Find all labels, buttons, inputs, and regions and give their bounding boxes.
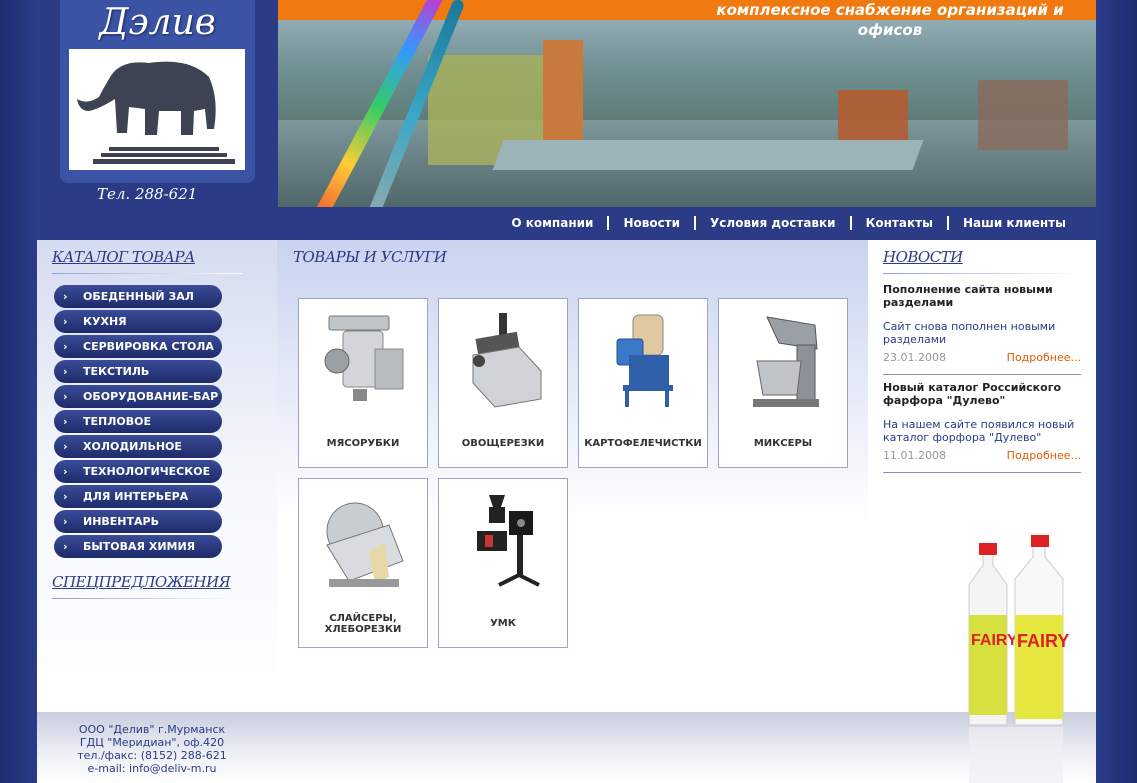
- svg-text:FAIRY: FAIRY: [1017, 631, 1069, 651]
- news-summary: На нашем сайте появился новый каталог фо…: [883, 418, 1075, 444]
- news-title: НОВОСТИ: [883, 248, 963, 266]
- news-item: Пополнение сайта новыми разделами Сайт с…: [883, 283, 1081, 375]
- catalog-menu: › ОБЕДЕННЫЙ ЗАЛ › КУХНЯ › СЕРВИРОВКА СТОЛА …: [54, 285, 222, 560]
- header: Дэлив Тел. 288-621 комплексное снабжение: [37, 0, 1096, 240]
- chevron-right-icon: ›: [63, 465, 68, 478]
- product-label: МЯСОРУБКИ: [326, 438, 400, 449]
- mixer-icon: [753, 316, 819, 407]
- tagline: комплексное снабжение организаций и офис…: [684, 0, 1096, 39]
- product-card-meat-grinder[interactable]: МЯСОРУБКИ: [298, 298, 428, 468]
- chevron-right-icon: ›: [63, 515, 68, 528]
- meat-grinder-icon: [324, 315, 404, 401]
- menu-item-thermal[interactable]: › ТЕПЛОВОЕ: [54, 410, 222, 433]
- product-card-potato-peeler[interactable]: КАРТОФЕЛЕЧИСТКИ: [578, 298, 708, 468]
- menu-item-bar[interactable]: › ОБОРУДОВАНИЕ-БАР: [54, 385, 222, 408]
- news-headline[interactable]: Новый каталог Российского фарфора "Дулев…: [883, 381, 1081, 407]
- product-label: СЛАЙСЕРЫ, ХЛЕБОРЕЗКИ: [324, 613, 402, 635]
- header-banner: комплексное снабжение организаций и офис…: [278, 0, 1096, 207]
- detergent-bottles-icon: FAIRY FAIRY: [968, 535, 1069, 783]
- main-content: ТОВАРЫ И УСЛУГИ МЯСОРУБКИ ОВОЩЕРЕЗКИ КАР…: [277, 240, 868, 712]
- news-more-link[interactable]: Подробнее...: [1007, 449, 1081, 462]
- footer-contacts: ООО "Делив" г.Мурманск ГДЦ "Меридиан", о…: [57, 723, 247, 775]
- menu-item-inventory[interactable]: › ИНВЕНТАРЬ: [54, 510, 222, 533]
- vegetable-cutter-icon: [472, 313, 542, 408]
- product-label: МИКСЕРЫ: [753, 438, 813, 449]
- chevron-right-icon: ›: [63, 440, 68, 453]
- nav-contacts[interactable]: Контакты: [849, 216, 947, 230]
- news-summary: Сайт снова пополнен новыми разделами: [883, 320, 1056, 346]
- logo[interactable]: Дэлив: [60, 0, 255, 183]
- product-card-slicer[interactable]: СЛАЙСЕРЫ, ХЛЕБОРЕЗКИ: [298, 478, 428, 648]
- sidebar: КАТАЛОГ ТОВАРА › ОБЕДЕННЫЙ ЗАЛ › КУХНЯ › СЕ…: [37, 240, 277, 712]
- chevron-right-icon: ›: [63, 340, 68, 353]
- news-item: Новый каталог Российского фарфора "Дулев…: [883, 381, 1081, 473]
- news-date: 11.01.2008: [883, 449, 946, 462]
- svg-text:FAIRY: FAIRY: [971, 632, 1018, 649]
- catalog-title: КАТАЛОГ ТОВАРА: [52, 248, 196, 266]
- product-label: УМК: [490, 618, 516, 629]
- news-date: 23.01.2008: [883, 351, 946, 364]
- menu-item-technological[interactable]: › ТЕХНОЛОГИЧЕСКОЕ: [54, 460, 222, 483]
- menu-item-chemicals[interactable]: › БЫТОВАЯ ХИМИЯ: [54, 535, 222, 558]
- page: Дэлив Тел. 288-621 комплексное снабжение: [37, 0, 1096, 783]
- news-headline[interactable]: Пополнение сайта новыми разделами: [883, 283, 1081, 309]
- umk-icon: [477, 495, 540, 587]
- news-more-link[interactable]: Подробнее...: [1007, 351, 1081, 364]
- chevron-right-icon: ›: [63, 365, 68, 378]
- logo-text: Дэлив: [99, 2, 216, 43]
- footer-company: ООО "Делив" г.Мурманск: [78, 723, 226, 736]
- chevron-right-icon: ›: [63, 315, 68, 328]
- potato-peeler-icon: [616, 314, 673, 407]
- nav-clients[interactable]: Наши клиенты: [946, 216, 1080, 230]
- product-label: КАРТОФЕЛЕЧИСТКИ: [584, 438, 702, 449]
- phone-number: Тел. 288-621: [97, 185, 198, 203]
- footer: ООО "Делив" г.Мурманск ГДЦ "Меридиан", о…: [37, 712, 1096, 783]
- chevron-right-icon: ›: [63, 415, 68, 428]
- page-title: ТОВАРЫ И УСЛУГИ: [293, 248, 447, 266]
- chevron-right-icon: ›: [63, 290, 68, 303]
- footer-address: ГДЦ "Меридиан", оф.420: [79, 736, 225, 749]
- chevron-right-icon: ›: [63, 390, 68, 403]
- product-label: ОВОЩЕРЕЗКИ: [461, 438, 545, 449]
- menu-item-textile[interactable]: › ТЕКСТИЛЬ: [54, 360, 222, 383]
- footer-phone: тел./факс: (8152) 288-621: [77, 749, 227, 762]
- slicer-icon: [326, 502, 404, 587]
- nav-news[interactable]: Новости: [607, 216, 694, 230]
- product-card-mixer[interactable]: МИКСЕРЫ: [718, 298, 848, 468]
- menu-item-serving[interactable]: › СЕРВИРОВКА СТОЛА: [54, 335, 222, 358]
- menu-item-kitchen[interactable]: › КУХНЯ: [54, 310, 222, 333]
- chevron-right-icon: ›: [63, 540, 68, 553]
- chevron-right-icon: ›: [63, 490, 68, 503]
- menu-item-dining[interactable]: › ОБЕДЕННЫЙ ЗАЛ: [54, 285, 222, 308]
- menu-item-interior[interactable]: › ДЛЯ ИНТЕРЬЕРА: [54, 485, 222, 508]
- nav-about[interactable]: О компании: [497, 216, 607, 230]
- special-offers-title[interactable]: СПЕЦПРЕДЛОЖЕНИЯ: [52, 573, 231, 591]
- top-nav: О компании Новости Условия доставки Конт…: [37, 207, 1096, 240]
- menu-item-refrigeration[interactable]: › ХОЛОДИЛЬНОЕ: [54, 435, 222, 458]
- product-card-vegetable-cutter[interactable]: ОВОЩЕРЕЗКИ: [438, 298, 568, 468]
- footer-email[interactable]: e-mail: info@deliv-m.ru: [57, 762, 247, 775]
- product-card-umk[interactable]: УМК: [438, 478, 568, 648]
- elephant-icon: [69, 49, 245, 170]
- nav-delivery[interactable]: Условия доставки: [694, 216, 850, 230]
